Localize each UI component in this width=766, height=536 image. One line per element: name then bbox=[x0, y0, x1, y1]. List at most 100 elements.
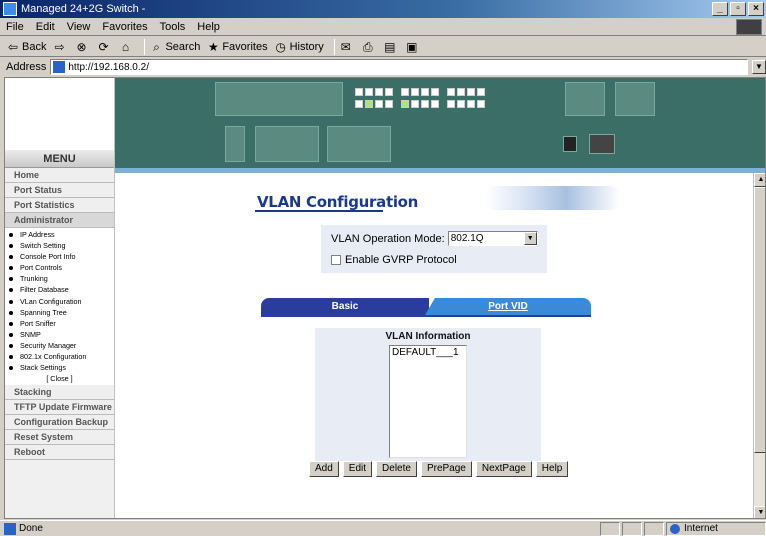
scroll-thumb[interactable] bbox=[754, 187, 765, 453]
menu-reset-system[interactable]: Reset System bbox=[5, 430, 114, 446]
nextpage-button[interactable]: NextPage bbox=[475, 461, 532, 477]
module-slot-1 bbox=[255, 126, 319, 162]
menu-title: MENU bbox=[5, 150, 114, 168]
port-led bbox=[467, 100, 475, 108]
submenu-port-sniffer[interactable]: Port Sniffer bbox=[5, 318, 114, 329]
tab-port-vid[interactable]: Port VID bbox=[425, 298, 591, 315]
list-item[interactable]: DEFAULT___1 bbox=[392, 347, 464, 358]
discuss-icon: ▣ bbox=[406, 39, 418, 54]
back-button[interactable]: ⇦ Back bbox=[6, 40, 47, 54]
windows-logo-icon bbox=[736, 19, 762, 35]
submenu-trunking[interactable]: Trunking bbox=[5, 273, 114, 284]
port-led bbox=[477, 88, 485, 96]
menu-reboot[interactable]: Reboot bbox=[5, 445, 114, 461]
port-led bbox=[411, 100, 419, 108]
vlan-information-title: VLAN Information bbox=[385, 331, 471, 342]
submenu-filter-database[interactable]: Filter Database bbox=[5, 284, 114, 295]
vlan-action-buttons: Add Edit Delete PrePage NextPage Help bbox=[309, 461, 572, 477]
submenu-ip-address[interactable]: IP Address bbox=[5, 229, 114, 240]
menu-edit[interactable]: Edit bbox=[36, 21, 55, 33]
console-port bbox=[225, 126, 245, 162]
submenu-stack-settings[interactable]: Stack Settings bbox=[5, 362, 114, 373]
forward-arrow-icon: ⇨ bbox=[54, 39, 65, 54]
vlan-list[interactable]: DEFAULT___1 bbox=[389, 345, 467, 458]
submenu-snmp[interactable]: SNMP bbox=[5, 329, 114, 340]
maximize-button[interactable]: ▫ bbox=[730, 2, 746, 16]
menu-view[interactable]: View bbox=[67, 21, 91, 33]
port-led-active bbox=[401, 100, 409, 108]
submenu-port-controls[interactable]: Port Controls bbox=[5, 262, 114, 273]
port-led bbox=[365, 88, 373, 96]
menu-tools[interactable]: Tools bbox=[160, 21, 186, 33]
home-button[interactable]: ⌂ bbox=[118, 40, 134, 54]
port-led bbox=[421, 100, 429, 108]
address-dropdown-button[interactable]: ▼ bbox=[752, 60, 766, 74]
status-text: Done bbox=[19, 523, 43, 534]
gvrp-checkbox[interactable] bbox=[331, 255, 341, 265]
menu-home[interactable]: Home bbox=[5, 168, 114, 183]
edit-page-button[interactable]: ▤ bbox=[383, 40, 399, 54]
port-led-active bbox=[365, 100, 373, 108]
submenu-spanning-tree[interactable]: Spanning Tree bbox=[5, 307, 114, 318]
vlan-tabs: Basic Port VID bbox=[261, 298, 591, 315]
status-cell bbox=[644, 521, 664, 536]
operation-mode-label: VLAN Operation Mode: bbox=[331, 232, 445, 245]
forward-button[interactable]: ⇨ bbox=[52, 40, 68, 54]
menu-tftp-update-firmware[interactable]: TFTP Update Firmware bbox=[5, 400, 114, 416]
port-led bbox=[467, 88, 475, 96]
close-button[interactable]: × bbox=[748, 2, 764, 16]
favorites-button[interactable]: ★ Favorites bbox=[206, 39, 268, 54]
edit-button[interactable]: Edit bbox=[342, 461, 373, 477]
help-button[interactable]: Help bbox=[535, 461, 569, 477]
menu-help[interactable]: Help bbox=[197, 21, 220, 33]
submenu-security-manager[interactable]: Security Manager bbox=[5, 340, 114, 351]
menu-file[interactable]: File bbox=[6, 21, 24, 33]
minimize-button[interactable]: _ bbox=[712, 2, 728, 16]
stop-button[interactable]: ⊗ bbox=[74, 40, 90, 54]
operation-mode-select[interactable]: 802.1Q ▼ bbox=[447, 231, 538, 246]
refresh-button[interactable]: ⟳ bbox=[96, 40, 112, 54]
tab-basic[interactable]: Basic bbox=[261, 298, 429, 315]
menu-port-status[interactable]: Port Status bbox=[5, 183, 114, 198]
prepage-button[interactable]: PrePage bbox=[420, 461, 472, 477]
vertical-scrollbar[interactable]: ▲ ▼ bbox=[753, 173, 765, 518]
history-button[interactable]: ◷ History bbox=[274, 40, 323, 54]
page-icon bbox=[53, 61, 66, 73]
submenu-vlan-configuration[interactable]: VLan Configuration bbox=[5, 296, 114, 307]
submenu-close[interactable]: [ Close ] bbox=[5, 373, 114, 384]
address-label: Address bbox=[6, 61, 47, 73]
scroll-up-button[interactable]: ▲ bbox=[754, 173, 765, 187]
menu-favorites[interactable]: Favorites bbox=[102, 21, 147, 33]
port-led bbox=[421, 88, 429, 96]
delete-button[interactable]: Delete bbox=[376, 461, 417, 477]
port-led bbox=[477, 100, 485, 108]
switch-ports-top bbox=[355, 88, 487, 96]
address-input[interactable]: http://192.168.0.2/ bbox=[50, 59, 748, 75]
add-button[interactable]: Add bbox=[309, 461, 339, 477]
port-led bbox=[355, 88, 363, 96]
title-bar: Managed 24+2G Switch - _ ▫ × bbox=[0, 0, 766, 18]
print-button[interactable]: ⎙ bbox=[361, 40, 377, 54]
menu-configuration-backup[interactable]: Configuration Backup bbox=[5, 415, 114, 431]
left-menu-frame: MENU Home Port Status Port Statistics Ad… bbox=[5, 78, 115, 518]
menu-port-statistics[interactable]: Port Statistics bbox=[5, 198, 114, 213]
security-zone: Internet bbox=[666, 521, 766, 536]
submenu-console-port-info[interactable]: Console Port Info bbox=[5, 251, 114, 262]
tab-underline bbox=[261, 315, 591, 317]
menu-stacking[interactable]: Stacking bbox=[5, 385, 114, 401]
status-cell bbox=[600, 521, 620, 536]
scroll-down-button[interactable]: ▼ bbox=[754, 506, 765, 518]
submenu-switch-setting[interactable]: Switch Setting bbox=[5, 240, 114, 251]
module-slot-2 bbox=[327, 126, 391, 162]
search-button[interactable]: ⌕ Search bbox=[149, 40, 200, 54]
port-led bbox=[447, 100, 455, 108]
discuss-button[interactable]: ▣ bbox=[405, 40, 421, 54]
title-decoration-image bbox=[485, 186, 620, 210]
page-title: VLAN Configuration bbox=[257, 193, 419, 211]
mail-button[interactable]: ✉ bbox=[339, 40, 355, 54]
menu-administrator[interactable]: Administrator bbox=[5, 213, 114, 228]
submenu-8021x-configuration[interactable]: 802.1x Configuration bbox=[5, 351, 114, 362]
favorites-icon: ★ bbox=[207, 39, 219, 54]
home-icon: ⌂ bbox=[121, 39, 130, 54]
port-led bbox=[431, 100, 439, 108]
